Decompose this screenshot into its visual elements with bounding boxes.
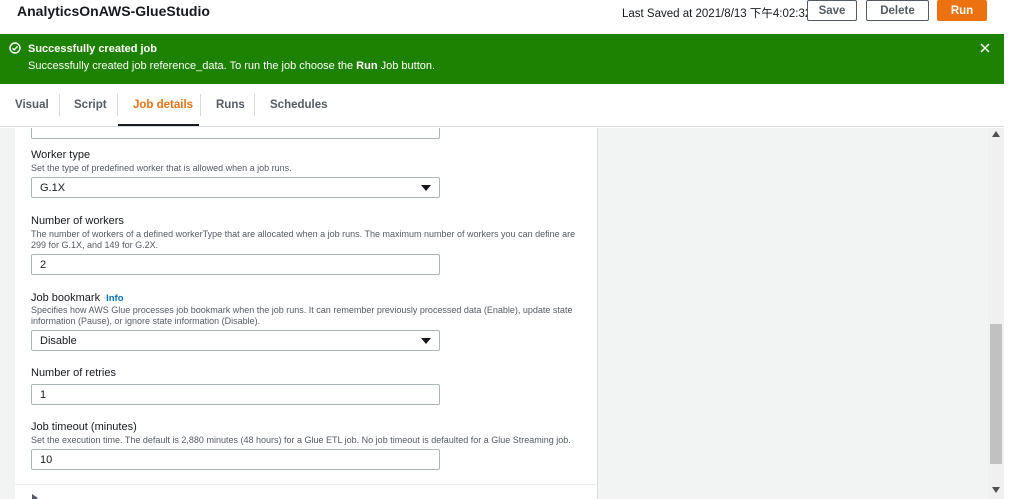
job-timeout-value: 10 <box>40 453 53 466</box>
tab-divider <box>117 94 118 116</box>
tab-divider <box>59 94 60 116</box>
tab-script[interactable]: Script <box>74 84 107 126</box>
caret-down-icon <box>421 185 431 191</box>
scroll-down-arrow-icon[interactable] <box>992 487 1000 493</box>
success-check-icon <box>9 42 21 54</box>
job-timeout-input[interactable]: 10 <box>31 449 440 470</box>
job-bookmark-description: Specifies how AWS Glue processes job boo… <box>31 305 573 326</box>
caret-right-icon[interactable] <box>31 494 39 499</box>
save-button[interactable]: Save <box>807 0 857 21</box>
flash-title: Successfully created job <box>28 43 157 55</box>
info-link[interactable]: Info <box>106 293 123 304</box>
flash-message: Successfully created job reference_data.… <box>28 60 436 72</box>
delete-button[interactable]: Delete <box>866 0 929 21</box>
worker-type-value: G.1X <box>40 181 66 194</box>
last-saved-status: Last Saved at 2021/8/13 下午4:02:32 <box>622 8 812 20</box>
job-bookmark-select[interactable]: Disable <box>31 330 440 351</box>
side-panel <box>597 128 988 499</box>
worker-type-label: Worker type <box>31 149 91 161</box>
close-icon[interactable] <box>978 41 992 55</box>
tab-runs[interactable]: Runs <box>216 84 245 126</box>
scroll-up-arrow-icon[interactable] <box>992 131 1000 137</box>
page-margin <box>1004 0 1024 499</box>
tab-divider <box>254 94 255 116</box>
page-title: AnalyticsOnAWS-GlueStudio <box>17 3 210 19</box>
tab-visual[interactable]: Visual <box>15 84 49 126</box>
number-of-workers-description: The number of workers of a defined worke… <box>31 229 576 250</box>
job-timeout-label: Job timeout (minutes) <box>31 421 137 433</box>
form-gutter <box>0 128 15 499</box>
number-of-workers-value: 2 <box>40 258 47 271</box>
job-details-form: Worker type Set the type of predefined w… <box>0 128 596 499</box>
job-bookmark-label: Job bookmark Info <box>31 292 124 304</box>
previous-field-input[interactable] <box>31 128 440 139</box>
job-timeout-description: Set the execution time. The default is 2… <box>31 435 571 445</box>
number-of-retries-label: Number of retries <box>31 367 116 379</box>
caret-down-icon <box>421 338 431 344</box>
top-bar: AnalyticsOnAWS-GlueStudio Last Saved at … <box>0 0 1004 25</box>
tab-job-details[interactable]: Job details <box>133 84 193 126</box>
tab-bar: Visual Script Job details Runs Schedules <box>0 84 1004 127</box>
number-of-retries-value: 1 <box>40 388 47 401</box>
vertical-scrollbar[interactable] <box>988 128 1004 499</box>
active-tab-indicator <box>118 124 199 126</box>
number-of-workers-label: Number of workers <box>31 215 124 227</box>
worker-type-description: Set the type of predefined worker that i… <box>31 163 292 173</box>
tab-schedules[interactable]: Schedules <box>270 84 328 126</box>
success-flash: Successfully created job Successfully cr… <box>0 34 1004 84</box>
scroll-thumb[interactable] <box>990 324 1002 464</box>
tab-divider <box>200 94 201 116</box>
section-divider <box>15 484 596 485</box>
run-button[interactable]: Run <box>937 0 987 21</box>
worker-type-select[interactable]: G.1X <box>31 177 440 198</box>
number-of-workers-input[interactable]: 2 <box>31 254 440 275</box>
number-of-retries-input[interactable]: 1 <box>31 384 440 405</box>
job-bookmark-value: Disable <box>40 334 77 347</box>
